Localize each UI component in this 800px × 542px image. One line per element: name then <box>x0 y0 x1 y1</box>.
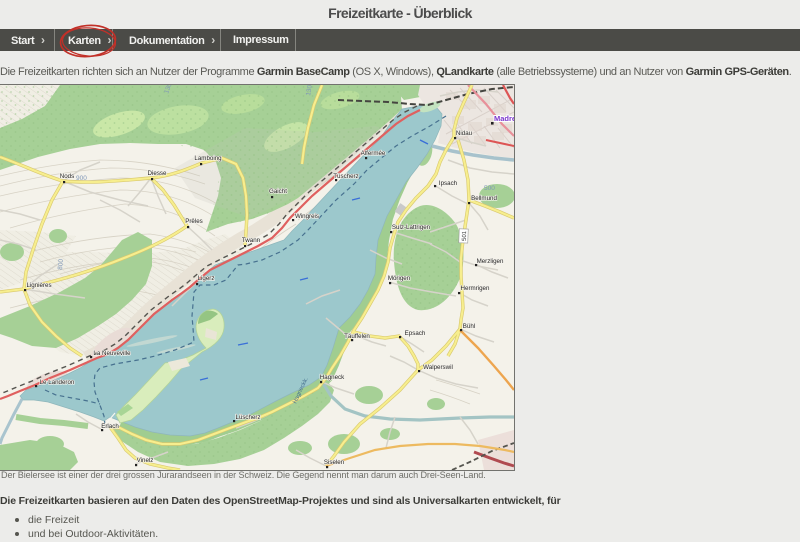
svg-text:900: 900 <box>76 175 87 182</box>
svg-text:Ligerz: Ligerz <box>198 275 215 282</box>
svg-text:Merzligen: Merzligen <box>477 258 504 265</box>
svg-text:Hagneck: Hagneck <box>320 374 345 381</box>
svg-text:Nidau: Nidau <box>456 130 473 137</box>
svg-text:Hermrigen: Hermrigen <box>461 285 490 292</box>
svg-text:Lüscherz: Lüscherz <box>235 414 260 421</box>
svg-text:Bühl: Bühl <box>463 323 475 330</box>
svg-text:Alfermée: Alfermée <box>361 150 386 157</box>
svg-text:Bellmund: Bellmund <box>471 195 497 202</box>
svg-text:Gaicht: Gaicht <box>269 188 287 195</box>
svg-text:Sulz-Lattrigen: Sulz-Lattrigen <box>392 224 431 231</box>
svg-text:Tüscherz: Tüscherz <box>333 173 358 180</box>
svg-text:Diesse: Diesse <box>148 170 167 177</box>
svg-text:Nods: Nods <box>60 173 74 180</box>
svg-text:500: 500 <box>484 185 495 192</box>
svg-text:Erlach: Erlach <box>101 423 119 430</box>
svg-text:Täuffelen: Täuffelen <box>344 333 370 340</box>
svg-text:Ipsach: Ipsach <box>439 180 458 187</box>
svg-text:La Neuveville: La Neuveville <box>93 350 131 357</box>
svg-text:Vinelz: Vinelz <box>137 457 154 464</box>
svg-text:Mörigen: Mörigen <box>388 275 411 282</box>
svg-text:Lignières: Lignières <box>26 282 51 289</box>
svg-text:Epsach: Epsach <box>405 330 426 337</box>
svg-text:Madrets: Madrets <box>494 114 515 123</box>
svg-text:800: 800 <box>57 258 65 270</box>
svg-text:501: 501 <box>462 230 468 241</box>
svg-text:Lamboing: Lamboing <box>194 155 222 162</box>
svg-text:Prêles: Prêles <box>185 218 203 225</box>
svg-text:Walperswil: Walperswil <box>423 364 453 371</box>
svg-text:Siselen: Siselen <box>324 459 345 466</box>
svg-text:Wingreis: Wingreis <box>295 213 319 220</box>
svg-text:Le Landeron: Le Landeron <box>40 379 75 386</box>
svg-text:Twann: Twann <box>242 237 261 244</box>
